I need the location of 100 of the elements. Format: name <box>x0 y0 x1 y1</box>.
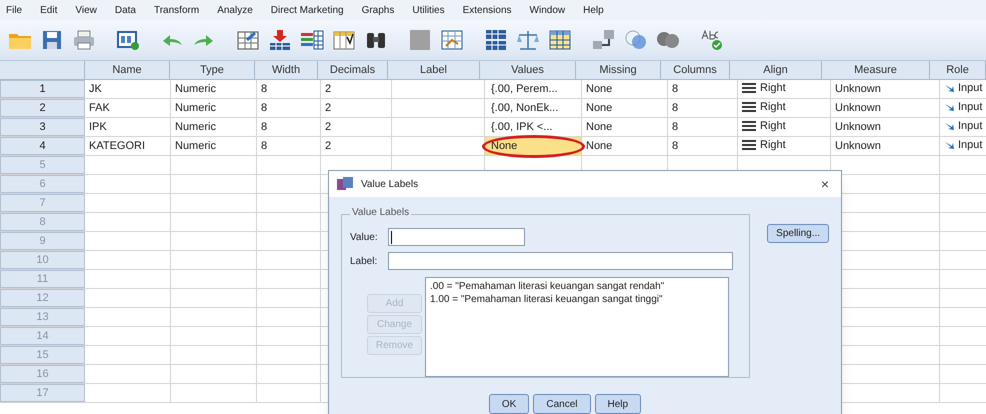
table-cell-text: 8 <box>672 138 678 154</box>
column-header[interactable]: Missing <box>576 61 661 79</box>
group-label: Value Labels <box>350 208 412 218</box>
window-icon[interactable] <box>116 29 140 51</box>
table-cell-text: Numeric <box>175 82 216 97</box>
arrow-icon <box>944 83 954 94</box>
table-cell-text: 8 <box>261 138 268 154</box>
table-cell-text: 2 <box>325 100 332 116</box>
menu-item[interactable]: File <box>6 2 22 18</box>
table-cell-text: Numeric <box>175 120 216 135</box>
column-header[interactable]: Name <box>85 61 170 79</box>
table-cell-text: None <box>586 82 612 97</box>
table-cell-text: None <box>586 138 612 154</box>
table-cell-text: 2 <box>325 138 332 154</box>
table-cell[interactable]: {.00, NonEk... <box>485 99 581 117</box>
table-cell-text: 2 <box>325 82 332 97</box>
table-cell-text: Right <box>760 100 786 115</box>
table-cell-text: KATEGORI <box>89 138 146 154</box>
bars-table-icon[interactable] <box>300 29 324 51</box>
menu-item[interactable]: Window <box>530 2 566 18</box>
table-cell-text: Input <box>958 100 982 115</box>
table-cell[interactable]: {.00, Perem... <box>485 80 581 98</box>
table-cell-text: 8 <box>672 100 678 116</box>
table-cell-text: Unknown <box>835 82 881 97</box>
menu-item[interactable]: Extensions <box>462 2 512 18</box>
table-cell-text: Unknown <box>835 120 881 135</box>
row-header[interactable]: 3 <box>0 118 85 136</box>
table-cell-text: Input <box>958 81 982 96</box>
linked-squares-icon[interactable] <box>592 29 616 51</box>
table-cell-text: Right <box>760 119 786 134</box>
close-button[interactable]: × <box>820 174 829 194</box>
printer-icon[interactable] <box>72 29 96 51</box>
table-cell-text: IPK <box>89 120 107 135</box>
table-cell-text: Unknown <box>835 100 881 116</box>
column-header[interactable]: Measure <box>822 61 930 79</box>
dialog-title: Value Labels <box>361 178 418 192</box>
menu-item[interactable]: Graphs <box>362 2 394 18</box>
field-label: Value: <box>350 230 379 244</box>
overlapping-circles-icon[interactable] <box>656 29 680 51</box>
table-cell-text: Input <box>958 119 982 134</box>
table-cell-text: 8 <box>261 120 268 135</box>
table-cell-text: 8 <box>261 82 268 97</box>
table-cell-text: Numeric <box>175 138 216 154</box>
table-cell-text: Unknown <box>835 138 881 154</box>
menu-item[interactable]: Transform <box>154 2 200 18</box>
arrow-icon <box>944 140 954 150</box>
dialog-button[interactable]: Cancel <box>533 394 590 414</box>
row-header[interactable]: 4 <box>0 137 85 155</box>
menu-item[interactable]: View <box>75 2 97 18</box>
column-header[interactable]: Columns <box>661 61 730 79</box>
dialog-button[interactable]: OK <box>488 394 530 414</box>
table-cell-text: 8 <box>261 100 268 116</box>
column-header[interactable]: Align <box>730 61 822 79</box>
align-right-icon <box>742 83 756 94</box>
table-arrow-icon[interactable] <box>236 29 260 51</box>
list-item[interactable]: 1.00 = "Pemahaman literasi keuangan sangat tinggi" <box>430 293 724 306</box>
table-cell-text: 8 <box>672 120 678 135</box>
table-chart-icon[interactable] <box>332 29 356 51</box>
column-header[interactable]: Values <box>480 61 576 79</box>
menu-item[interactable]: Utilities <box>412 2 445 18</box>
menu-item[interactable]: Edit <box>40 2 58 18</box>
arrow-icon <box>944 102 954 112</box>
table-cell-text: Right <box>760 138 786 153</box>
circles-icon[interactable] <box>624 29 648 51</box>
table-chart-icon[interactable] <box>440 29 464 51</box>
table-cell-text: None <box>586 120 612 135</box>
align-right-icon <box>742 140 756 150</box>
table-cell-text: Numeric <box>175 100 216 116</box>
column-header[interactable]: Type <box>170 61 255 79</box>
column-header[interactable]: Width <box>255 61 318 79</box>
column-header[interactable]: Role <box>930 61 986 79</box>
row-header[interactable]: 2 <box>0 99 85 117</box>
column-header[interactable]: Label <box>388 61 480 79</box>
table-cell-text: FAK <box>89 100 110 116</box>
dialog-button[interactable]: Help <box>594 394 642 414</box>
value-labels-list[interactable]: .00 = "Pemahaman literasi keuangan sangat rendah" 1.00 = "Pemahaman literasi keuangan sangat tinggi" <box>425 277 729 377</box>
menu-item[interactable]: Analyze <box>217 2 253 18</box>
stacked-tables-icon[interactable] <box>484 29 508 51</box>
table-down-arrow-icon[interactable] <box>268 29 292 51</box>
table-cell-text: JK <box>89 82 102 97</box>
table-cell[interactable]: {.00, IPK <... <box>485 118 581 136</box>
arrow-icon <box>944 121 954 132</box>
label-field[interactable] <box>388 252 733 270</box>
menu-item[interactable]: Data <box>114 2 136 18</box>
spelling-button[interactable]: Spelling... <box>767 224 829 243</box>
align-right-icon <box>742 102 756 112</box>
list-item[interactable]: .00 = "Pemahaman literasi keuangan sangat rendah" <box>430 280 724 293</box>
grid-icon[interactable] <box>548 29 572 51</box>
field-label: Label: <box>350 254 378 268</box>
value-field[interactable] <box>388 228 525 246</box>
align-right-icon <box>742 121 756 132</box>
row-header[interactable]: 1 <box>0 80 85 98</box>
menu-item[interactable]: Help <box>583 2 604 18</box>
menu-item[interactable]: Direct Marketing <box>270 2 344 18</box>
dialog-icon <box>337 177 353 191</box>
column-header[interactable]: Decimals <box>318 61 388 79</box>
spellcheck-icon[interactable] <box>700 29 724 51</box>
table-cell-text: Input <box>958 138 982 153</box>
scales-icon[interactable] <box>516 29 540 51</box>
table-cell-text: Right <box>760 81 786 96</box>
